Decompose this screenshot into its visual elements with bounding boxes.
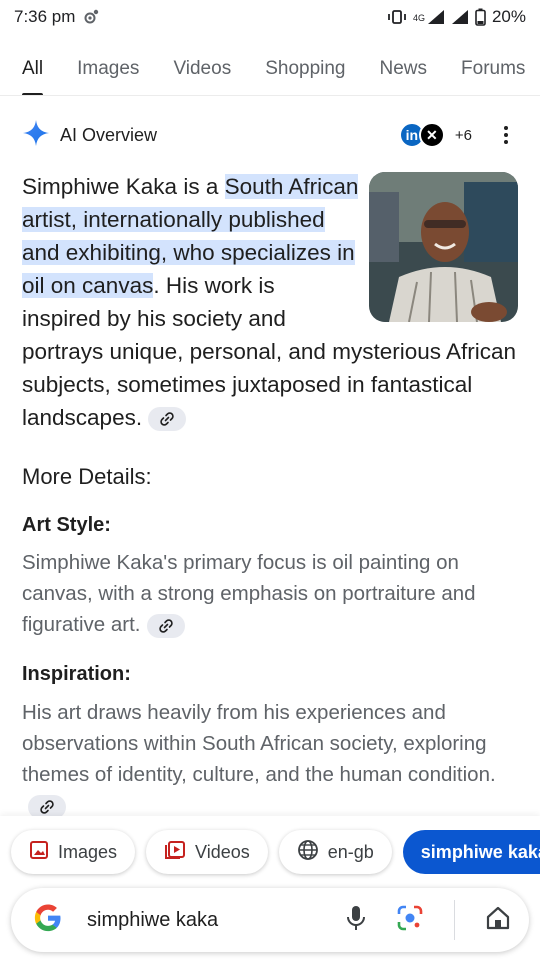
google-logo-icon	[33, 903, 63, 938]
videos-chip[interactable]: Videos	[146, 830, 268, 874]
language-chip[interactable]: en-gb	[278, 830, 392, 874]
images-chip[interactable]: Images	[11, 830, 136, 874]
suggestion-chips: Images Videos en-gb simphiwe kaka	[11, 830, 540, 874]
link-icon[interactable]	[148, 407, 187, 432]
more-sources-count[interactable]: +6	[455, 127, 472, 144]
ai-overview-header: AI Overview in ✕ +6	[22, 118, 518, 152]
overview-intro: Simphiwe Kaka is a	[22, 174, 225, 199]
tab-news[interactable]: News	[380, 46, 428, 95]
query-chip-label: simphiwe kaka	[420, 841, 540, 862]
tab-all[interactable]: All	[22, 46, 44, 95]
vibrate-icon	[387, 9, 407, 25]
google-lens-icon[interactable]	[396, 904, 424, 937]
search-input[interactable]: simphiwe kaka	[87, 909, 346, 932]
images-chip-label: Images	[58, 841, 118, 862]
artist-photo[interactable]	[369, 172, 518, 322]
search-tabs: All Images Videos Shopping News Forums	[0, 46, 540, 96]
source-badges[interactable]: in ✕	[398, 122, 445, 148]
bottom-panel: Images Videos en-gb simphiwe kaka simphi…	[0, 816, 540, 960]
video-play-icon	[164, 840, 186, 865]
microphone-icon[interactable]	[346, 904, 366, 937]
videos-chip-label: Videos	[195, 841, 250, 862]
x-icon: ✕	[418, 122, 445, 148]
tab-shopping[interactable]: Shopping	[265, 46, 345, 95]
signal-icon-2	[451, 9, 469, 25]
status-bar: 7:36 pm 4G 20%	[0, 0, 540, 34]
art-style-title: Art Style:	[22, 514, 111, 536]
network-type: 4G	[412, 13, 425, 23]
tab-videos[interactable]: Videos	[173, 46, 231, 95]
inspiration-text: His art draws heavily from his experienc…	[22, 697, 522, 821]
inspiration-title: Inspiration:	[22, 663, 131, 685]
more-details-heading: More Details:	[22, 464, 152, 489]
clock: 7:36 pm	[14, 7, 76, 26]
art-style-text: Simphiwe Kaka's primary focus is oil pai…	[22, 547, 522, 640]
tab-images[interactable]: Images	[77, 46, 139, 95]
globe-icon	[297, 839, 319, 866]
image-icon	[29, 840, 49, 865]
link-icon[interactable]	[146, 613, 185, 638]
sparkle-icon	[22, 119, 50, 152]
language-chip-label: en-gb	[327, 841, 374, 862]
art-style-body: Simphiwe Kaka's primary focus is oil pai…	[22, 551, 476, 636]
home-icon[interactable]	[485, 905, 511, 936]
search-divider	[454, 900, 455, 940]
tab-forums[interactable]: Forums	[461, 46, 525, 95]
more-options-icon[interactable]	[494, 120, 518, 150]
signal-icon	[427, 9, 445, 25]
ai-overview-title: AI Overview	[60, 124, 158, 145]
battery-level: 20%	[491, 7, 526, 26]
link-icon[interactable]	[28, 794, 66, 819]
settings-sync-icon	[83, 9, 99, 25]
inspiration-body: His art draws heavily from his experienc…	[22, 701, 496, 786]
query-chip[interactable]: simphiwe kaka	[402, 830, 540, 874]
battery-icon	[475, 8, 486, 26]
ai-overview-text: Simphiwe Kaka is a South African artist,…	[22, 170, 518, 434]
search-bar[interactable]: simphiwe kaka	[11, 888, 529, 952]
